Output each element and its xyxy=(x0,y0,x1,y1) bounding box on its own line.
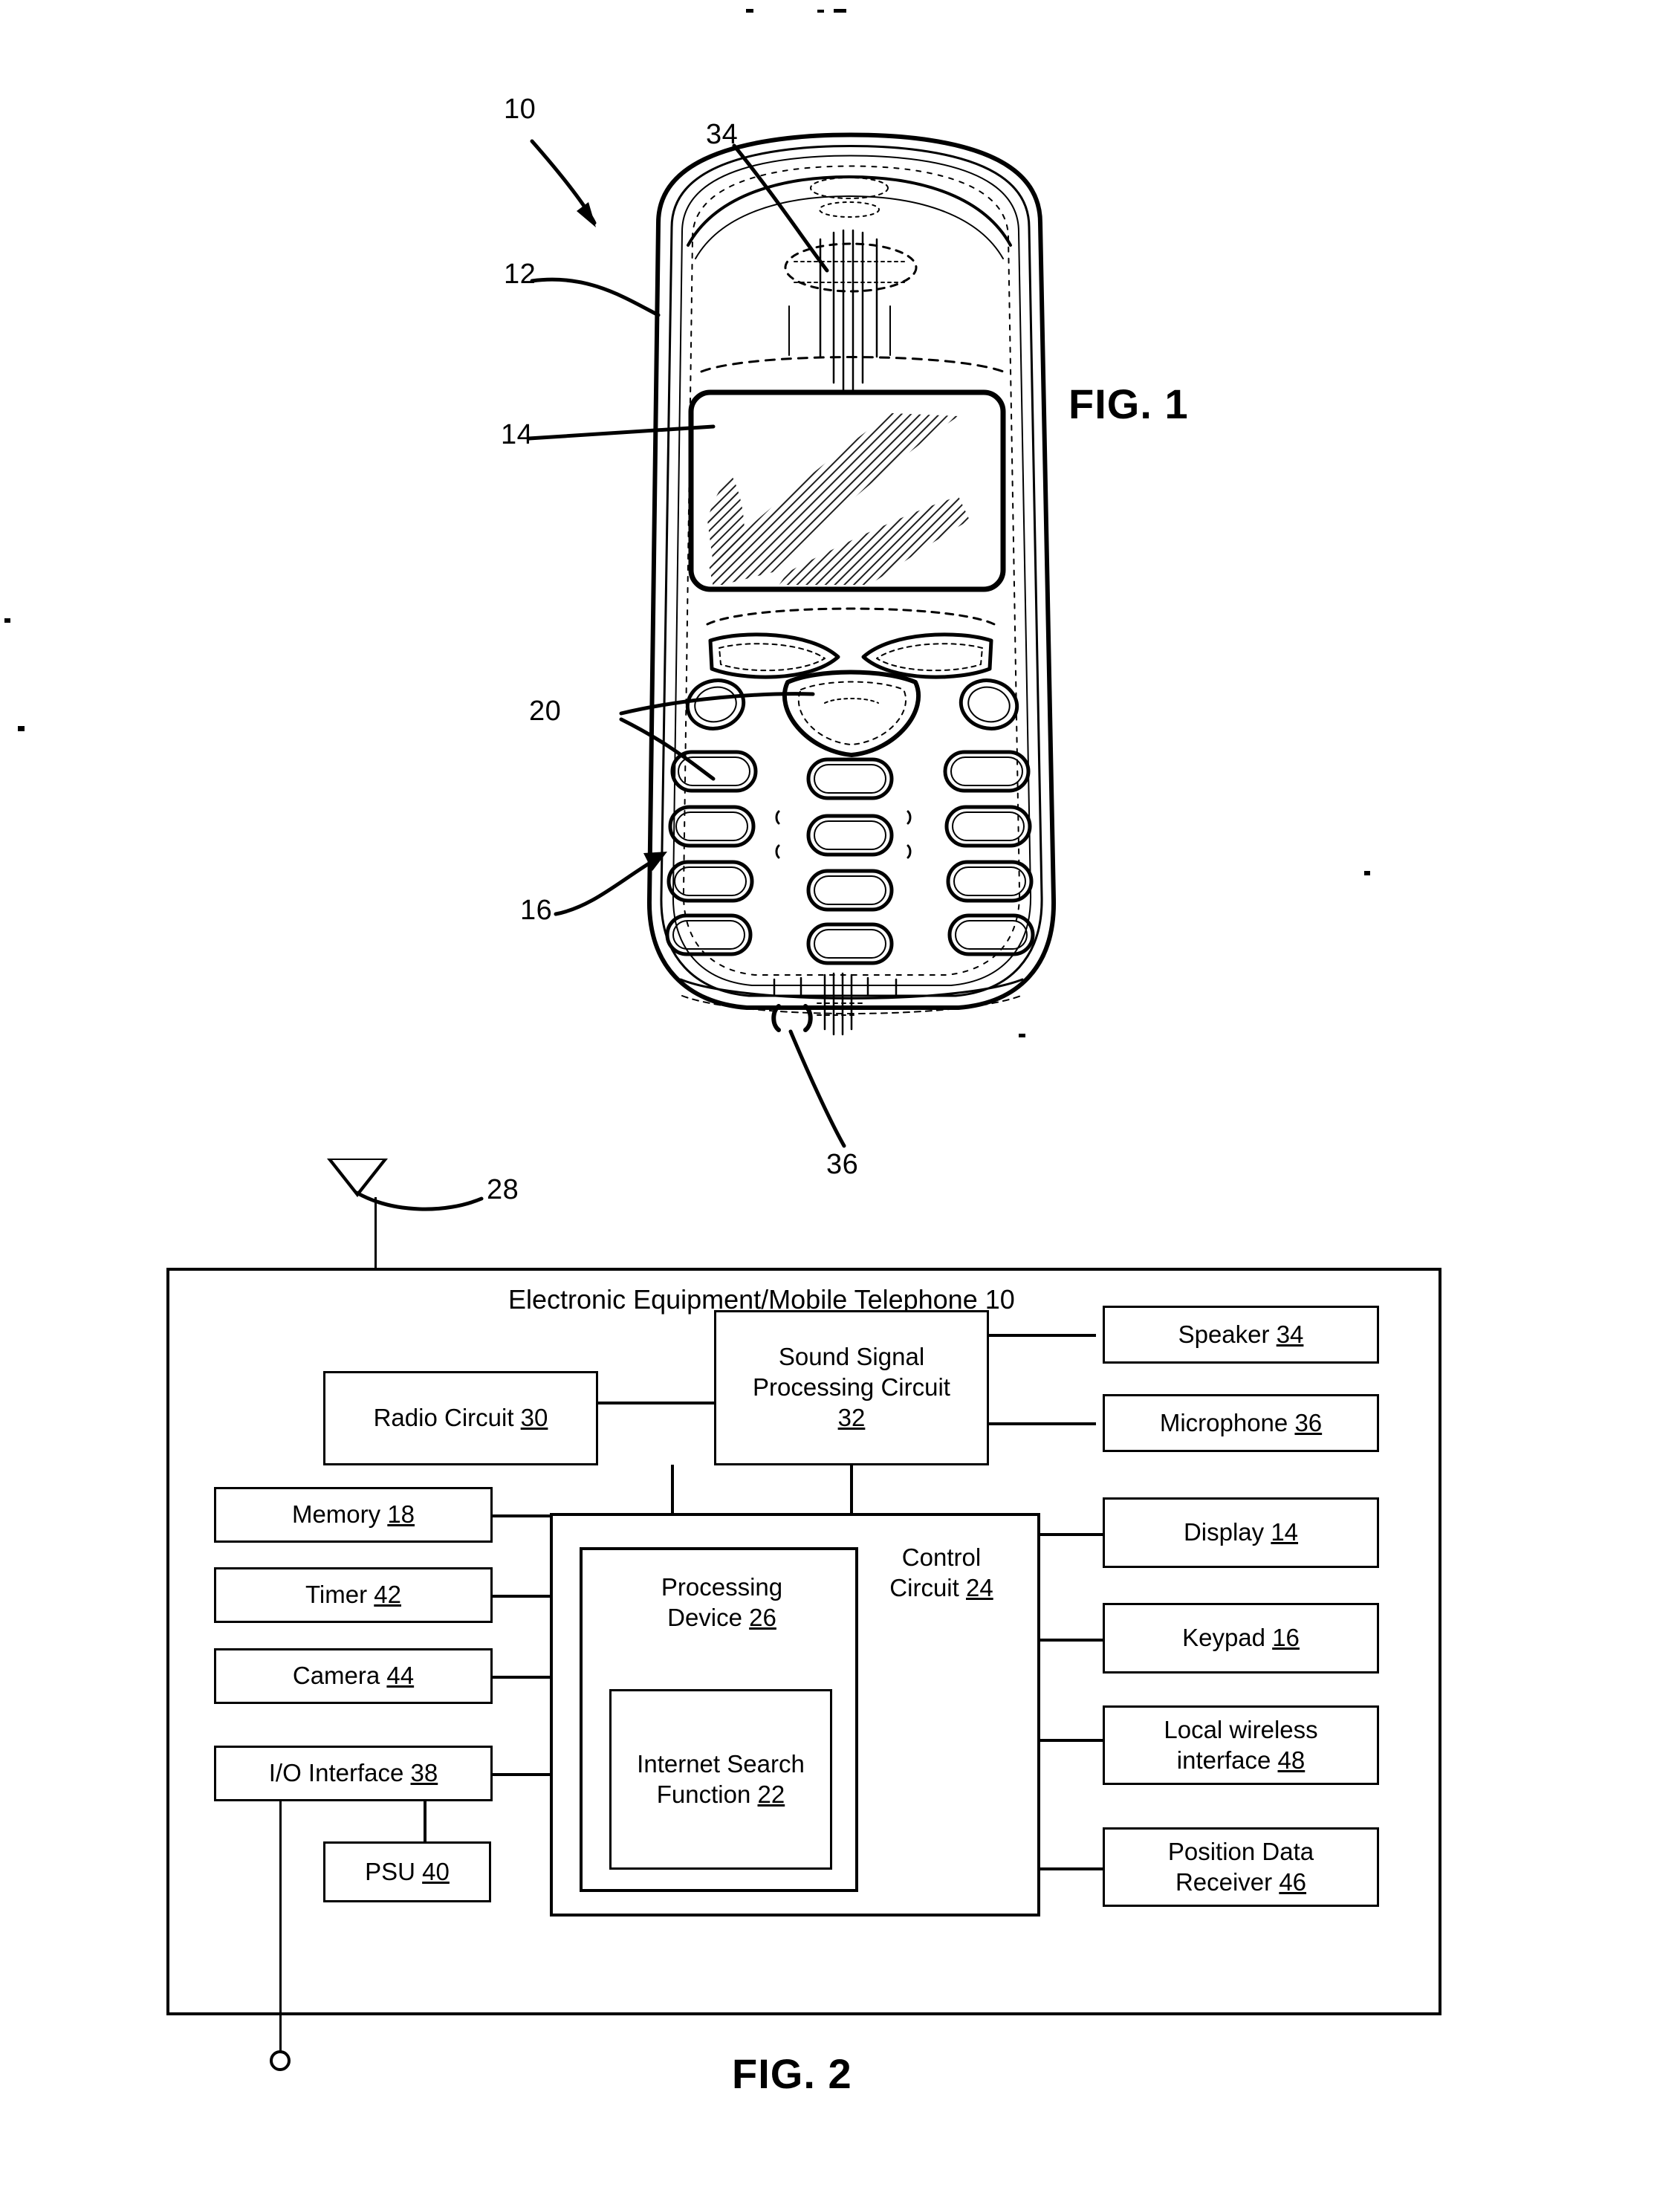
block-io-interface-num: 38 xyxy=(410,1759,438,1787)
wire-io-to-control xyxy=(490,1773,550,1776)
callout-28: 28 xyxy=(487,1174,519,1205)
figure-2: 28 Electronic Equipment/Mobile Telephone… xyxy=(0,0,1680,2187)
block-radio-circuit-num: 30 xyxy=(520,1404,548,1432)
wire-control-to-display xyxy=(1040,1533,1103,1536)
block-psu-num: 40 xyxy=(422,1857,450,1885)
block-processing-device[interactable]: Processing Device 26 Internet Search Fun… xyxy=(580,1547,858,1892)
block-internet-search-line2: Function xyxy=(656,1780,751,1808)
block-memory-num: 18 xyxy=(387,1500,415,1529)
block-io-interface[interactable]: I/O Interface 38 xyxy=(214,1746,493,1801)
external-terminal-icon xyxy=(270,2050,291,2071)
block-processing-device-num: 26 xyxy=(749,1603,776,1631)
block-position-data-line1: Position Data xyxy=(1167,1837,1314,1865)
block-camera-num: 44 xyxy=(386,1662,415,1690)
block-local-wireless-interface[interactable]: Local wireless interface 48 xyxy=(1103,1705,1379,1785)
figure-2-caption: FIG. 2 xyxy=(732,2050,852,2097)
block-control-circuit-line1: Control xyxy=(901,1543,982,1571)
block-psu-label: PSU xyxy=(365,1857,415,1885)
block-processing-device-line1: Processing xyxy=(661,1573,783,1601)
block-microphone-label: Microphone xyxy=(1159,1408,1288,1436)
block-display-label: Display xyxy=(1183,1518,1265,1546)
block-control-circuit-label-wrap: Control Circuit 24 xyxy=(856,1543,1027,1604)
block-microphone[interactable]: Microphone 36 xyxy=(1103,1394,1379,1452)
block-timer-label: Timer xyxy=(305,1581,368,1609)
block-memory[interactable]: Memory 18 xyxy=(214,1487,493,1543)
block-timer[interactable]: Timer 42 xyxy=(214,1567,493,1623)
wire-radio-to-sound xyxy=(598,1402,714,1404)
block-position-data-receiver[interactable]: Position Data Receiver 46 xyxy=(1103,1827,1379,1907)
block-control-circuit-line2: Circuit xyxy=(889,1573,959,1601)
block-processing-device-line2: Device xyxy=(667,1603,742,1631)
block-memory-label: Memory xyxy=(291,1500,381,1529)
block-position-data-num: 46 xyxy=(1279,1867,1307,1896)
wire-io-to-terminal xyxy=(279,1797,282,2053)
block-speaker-label: Speaker xyxy=(1178,1320,1270,1348)
block-display[interactable]: Display 14 xyxy=(1103,1497,1379,1568)
block-internet-search-num: 22 xyxy=(757,1780,785,1808)
wire-control-to-localwireless xyxy=(1040,1739,1103,1742)
block-io-interface-label: I/O Interface xyxy=(268,1759,404,1787)
block-position-data-line2: Receiver xyxy=(1175,1867,1273,1896)
block-internet-search-function[interactable]: Internet Search Function 22 xyxy=(609,1689,832,1870)
block-radio-circuit-label: Radio Circuit xyxy=(373,1404,514,1432)
wire-timer-to-control xyxy=(490,1595,550,1598)
patent-drawing-sheet: 10 12 14 34 20 16 36 FIG. 1 28 Electroni… xyxy=(0,0,1680,2187)
block-keypad[interactable]: Keypad 16 xyxy=(1103,1603,1379,1674)
block-control-circuit[interactable]: Control Circuit 24 Processing Device 26 … xyxy=(550,1513,1040,1917)
wire-sound-to-speaker xyxy=(988,1334,1096,1337)
block-camera[interactable]: Camera 44 xyxy=(214,1648,493,1704)
wire-camera-to-control xyxy=(490,1676,550,1679)
device-boundary-title: Electronic Equipment/Mobile Telephone 10 xyxy=(508,1286,1015,1313)
block-local-wireless-num: 48 xyxy=(1277,1746,1306,1774)
block-keypad-label: Keypad xyxy=(1182,1624,1266,1652)
block-display-num: 14 xyxy=(1271,1518,1299,1546)
wire-control-to-keypad xyxy=(1040,1639,1103,1642)
wire-sound-to-control xyxy=(850,1465,853,1513)
block-internet-search-line1: Internet Search xyxy=(637,1749,805,1778)
block-speaker[interactable]: Speaker 34 xyxy=(1103,1306,1379,1364)
block-keypad-num: 16 xyxy=(1272,1624,1300,1652)
block-radio-circuit[interactable]: Radio Circuit 30 xyxy=(323,1371,598,1465)
block-microphone-num: 36 xyxy=(1294,1408,1323,1436)
wire-control-to-positiondata xyxy=(1040,1867,1103,1870)
block-camera-label: Camera xyxy=(292,1662,380,1690)
block-speaker-num: 34 xyxy=(1276,1320,1304,1348)
wire-radio-to-control xyxy=(671,1465,674,1513)
block-processing-device-label-wrap: Processing Device 26 xyxy=(583,1572,861,1633)
wire-memory-to-control xyxy=(490,1514,550,1517)
block-sound-signal-processing-circuit[interactable]: Sound Signal Processing Circuit 32 xyxy=(714,1310,989,1465)
block-timer-num: 42 xyxy=(374,1581,401,1609)
device-boundary-title-num: 10 xyxy=(985,1284,1015,1315)
block-sound-num: 32 xyxy=(837,1403,866,1431)
block-control-circuit-num: 24 xyxy=(965,1573,993,1601)
block-local-wireless-line2: interface xyxy=(1176,1746,1271,1774)
block-sound-line1: Sound Signal xyxy=(778,1343,925,1371)
wire-sound-to-microphone xyxy=(988,1422,1096,1425)
wire-io-to-psu xyxy=(424,1797,427,1843)
block-psu[interactable]: PSU 40 xyxy=(323,1841,491,1902)
block-local-wireless-line1: Local wireless xyxy=(1164,1715,1318,1743)
block-sound-line2: Processing Circuit xyxy=(753,1373,950,1402)
